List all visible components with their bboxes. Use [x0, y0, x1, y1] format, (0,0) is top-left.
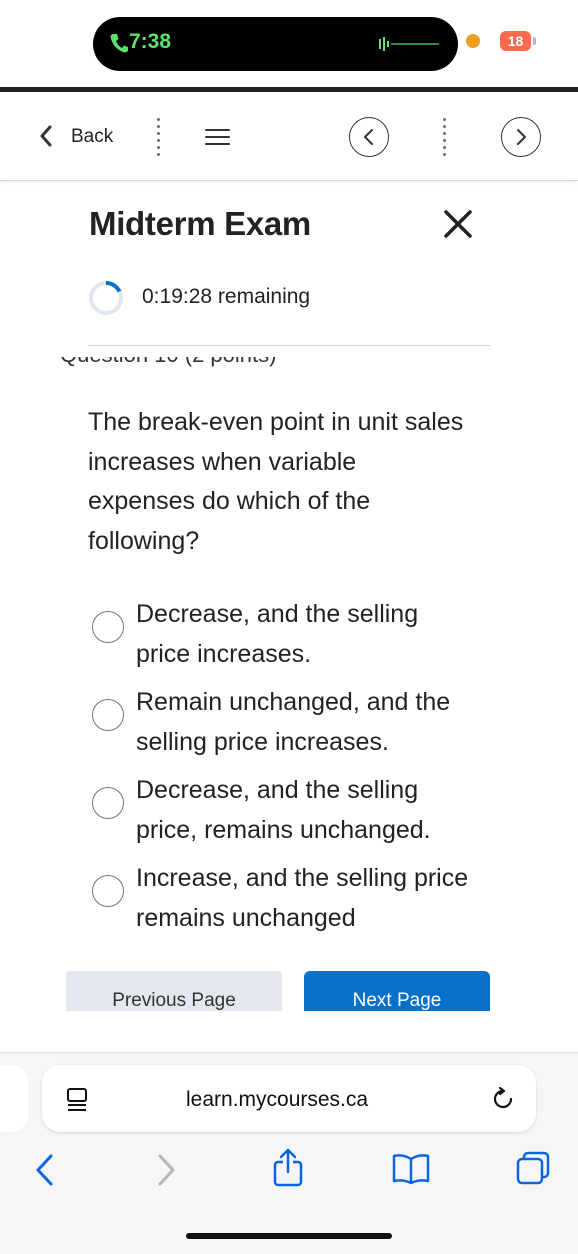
previous-topic-button[interactable] [349, 117, 389, 157]
radio-button[interactable] [92, 875, 124, 907]
url-text[interactable]: learn.mycourses.ca [186, 1088, 368, 1112]
tabs-icon[interactable] [515, 1150, 551, 1186]
battery-indicator: 18 [500, 31, 531, 51]
radio-button[interactable] [92, 699, 124, 731]
phone-call-icon [110, 34, 128, 53]
battery-tip [533, 37, 536, 45]
radio-button[interactable] [92, 787, 124, 819]
option-label[interactable]: Decrease, and the selling price increase… [136, 594, 476, 674]
page-title: Midterm Exam [89, 205, 311, 242]
circle-chevron-right-icon [517, 129, 526, 145]
timer-progress-icon [89, 281, 123, 315]
status-time: 7:38 [129, 30, 172, 53]
close-icon[interactable] [443, 209, 473, 239]
share-icon[interactable] [272, 1148, 304, 1188]
radio-button[interactable] [92, 611, 124, 643]
dynamic-island: 7:38 [93, 17, 458, 71]
next-page-button[interactable]: Next Page [304, 971, 490, 1011]
question-header: Question 10 (2 points) [60, 357, 320, 371]
reload-icon[interactable] [492, 1087, 516, 1113]
option-label[interactable]: Decrease, and the selling price, remains… [136, 770, 476, 850]
reader-icon[interactable] [66, 1087, 88, 1113]
mic-indicator-dot [466, 34, 480, 48]
question-text: The break-even point in unit sales incre… [88, 408, 464, 555]
home-indicator [186, 1233, 392, 1239]
back-button[interactable]: Back [71, 126, 113, 148]
forward-arrow-icon[interactable] [157, 1153, 177, 1187]
option-label[interactable]: Remain unchanged, and the selling price … [136, 682, 476, 762]
course-toolbar: Back [0, 92, 578, 181]
vertical-dots-icon [443, 118, 447, 160]
back-arrow-icon[interactable] [34, 1153, 54, 1187]
chevron-left-icon[interactable] [38, 124, 54, 148]
option-label[interactable]: Increase, and the selling price remains … [136, 858, 476, 938]
audio-wave-icon [379, 37, 439, 51]
circle-chevron-left-icon [364, 129, 373, 145]
bookmarks-icon[interactable] [391, 1153, 431, 1185]
time-remaining: 0:19:28 remaining [142, 285, 311, 308]
previous-tab-preview[interactable] [0, 1065, 28, 1132]
header-rule [88, 345, 490, 346]
previous-page-button[interactable]: Previous Page [66, 971, 282, 1011]
vertical-dots-icon [157, 118, 161, 160]
menu-icon[interactable] [205, 129, 230, 150]
next-topic-button[interactable] [501, 117, 541, 157]
